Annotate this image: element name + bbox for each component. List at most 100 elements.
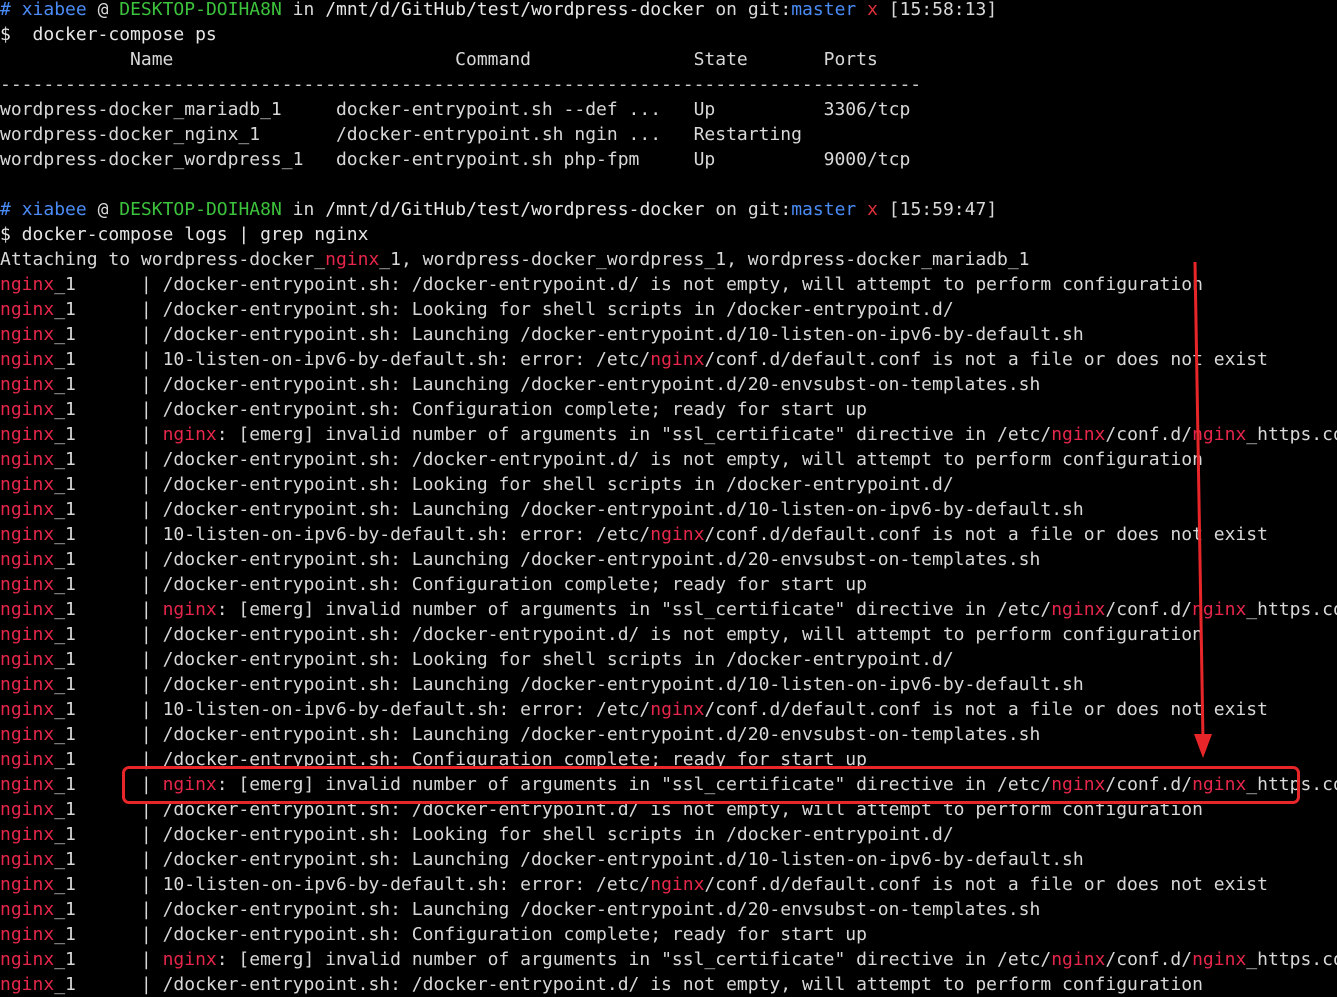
log-separator: _1 | — [54, 849, 163, 870]
log-separator: _1 | — [54, 824, 163, 845]
attaching-line: Attaching to wordpress-docker_nginx_1, w… — [0, 247, 1337, 272]
log-service-prefix: nginx — [0, 399, 55, 420]
log-line: nginx_1 | /docker-entrypoint.sh: Looking… — [0, 297, 1337, 322]
log-line: nginx_1 | /docker-entrypoint.sh: Launchi… — [0, 847, 1337, 872]
log-service-prefix: nginx — [0, 449, 55, 470]
prompt-time: [15:58:13] — [888, 0, 998, 20]
log-service-prefix: nginx — [0, 849, 55, 870]
log-message: /docker-entrypoint.sh: Launching /docker… — [162, 499, 1084, 520]
log-message: /docker-entrypoint.sh: Launching /docker… — [162, 549, 1041, 570]
grep-match: nginx — [162, 424, 217, 445]
log-separator: _1 | — [54, 299, 163, 320]
log-separator: _1 | — [54, 274, 163, 295]
grep-match: nginx — [162, 599, 217, 620]
prompt-branch: master — [791, 0, 857, 20]
log-service-prefix: nginx — [0, 649, 55, 670]
prompt-host: DESKTOP-DOIHA8N — [119, 199, 282, 220]
log-separator: _1 | — [54, 424, 163, 445]
log-line: nginx_1 | nginx: [emerg] invalid number … — [0, 422, 1337, 447]
prompt-host: DESKTOP-DOIHA8N — [119, 0, 282, 20]
log-separator: _1 | — [54, 549, 163, 570]
grep-match: nginx — [1051, 424, 1106, 445]
log-separator: _1 | — [54, 649, 163, 670]
log-service-prefix: nginx — [0, 899, 55, 920]
prompt-on: on — [715, 199, 738, 220]
attaching-after: _1, wordpress-docker_wordpress_1, wordpr… — [379, 249, 1030, 270]
log-message: /docker-entrypoint.sh: Configuration com… — [162, 924, 867, 945]
grep-match: nginx — [650, 524, 705, 545]
prompt-user: xiabee — [21, 0, 87, 20]
prompt-line: # xiabee @ DESKTOP-DOIHA8N in /mnt/d/Git… — [0, 197, 1337, 222]
grep-match: nginx — [650, 874, 705, 895]
log-line: nginx_1 | /docker-entrypoint.sh: Looking… — [0, 472, 1337, 497]
log-message: /docker-entrypoint.sh: Launching /docker… — [162, 324, 1084, 345]
prompt-git: git: — [747, 199, 792, 220]
log-separator: _1 | — [54, 474, 163, 495]
log-service-prefix: nginx — [0, 549, 55, 570]
prompt-dirty: x — [867, 199, 878, 220]
log-separator: _1 | — [54, 349, 163, 370]
log-separator: _1 | — [54, 874, 163, 895]
log-separator: _1 | — [54, 374, 163, 395]
log-line: nginx_1 | /docker-entrypoint.sh: /docker… — [0, 622, 1337, 647]
log-line: nginx_1 | /docker-entrypoint.sh: Launchi… — [0, 322, 1337, 347]
log-service-prefix: nginx — [0, 599, 55, 620]
log-service-prefix: nginx — [0, 299, 55, 320]
log-line: nginx_1 | /docker-entrypoint.sh: Configu… — [0, 922, 1337, 947]
log-line: nginx_1 | 10-listen-on-ipv6-by-default.s… — [0, 347, 1337, 372]
log-line: nginx_1 | /docker-entrypoint.sh: Launchi… — [0, 672, 1337, 697]
log-service-prefix: nginx — [0, 424, 55, 445]
log-line: nginx_1 | nginx: [emerg] invalid number … — [0, 597, 1337, 622]
log-service-prefix: nginx — [0, 624, 55, 645]
log-separator: _1 | — [54, 899, 163, 920]
command-line: $ docker-compose logs | grep nginx — [0, 224, 369, 245]
log-line: nginx_1 | /docker-entrypoint.sh: Launchi… — [0, 722, 1337, 747]
log-separator: _1 | — [54, 699, 163, 720]
log-separator: _1 | — [54, 949, 163, 970]
log-message: 10-listen-on-ipv6-by-default.sh: error: … — [162, 524, 1268, 545]
log-separator: _1 | — [54, 924, 163, 945]
prompt-path: /mnt/d/GitHub/test/wordpress-docker — [325, 199, 705, 220]
prompt-time: [15:59:47] — [888, 199, 998, 220]
prompt-path: /mnt/d/GitHub/test/wordpress-docker — [325, 0, 705, 20]
prompt-branch: master — [791, 199, 857, 220]
grep-match: nginx — [650, 699, 705, 720]
prompt-hash: # — [0, 0, 11, 20]
log-service-prefix: nginx — [0, 374, 55, 395]
grep-match: nginx — [325, 249, 380, 270]
grep-match: nginx — [650, 349, 705, 370]
prompt-at: @ — [97, 199, 109, 220]
log-line: nginx_1 | /docker-entrypoint.sh: Launchi… — [0, 897, 1337, 922]
table-row: wordpress-docker_nginx_1 /docker-entrypo… — [0, 124, 802, 145]
log-line: nginx_1 | /docker-entrypoint.sh: /docker… — [0, 447, 1337, 472]
log-separator: _1 | — [54, 449, 163, 470]
grep-match: nginx — [162, 949, 217, 970]
log-service-prefix: nginx — [0, 749, 55, 770]
attaching-before: Attaching to wordpress-docker_ — [0, 249, 326, 270]
log-service-prefix: nginx — [0, 799, 55, 820]
log-message: /docker-entrypoint.sh: /docker-entrypoin… — [162, 624, 1203, 645]
log-message: /docker-entrypoint.sh: Launching /docker… — [162, 374, 1041, 395]
terminal-output[interactable]: # xiabee @ DESKTOP-DOIHA8N in /mnt/d/Git… — [0, 0, 1337, 997]
log-separator: _1 | — [54, 324, 163, 345]
log-line: nginx_1 | 10-listen-on-ipv6-by-default.s… — [0, 522, 1337, 547]
log-service-prefix: nginx — [0, 524, 55, 545]
log-message: /docker-entrypoint.sh: Configuration com… — [162, 399, 867, 420]
log-message: /docker-entrypoint.sh: Looking for shell… — [162, 299, 954, 320]
log-line: nginx_1 | 10-listen-on-ipv6-by-default.s… — [0, 697, 1337, 722]
log-line: nginx_1 | /docker-entrypoint.sh: Launchi… — [0, 547, 1337, 572]
log-line: nginx_1 | /docker-entrypoint.sh: Configu… — [0, 397, 1337, 422]
log-message: nginx: [emerg] invalid number of argumen… — [162, 949, 1337, 970]
log-service-prefix: nginx — [0, 699, 55, 720]
log-message: /docker-entrypoint.sh: Launching /docker… — [162, 674, 1084, 695]
log-message: nginx: [emerg] invalid number of argumen… — [162, 424, 1337, 445]
log-line: nginx_1 | /docker-entrypoint.sh: /docker… — [0, 272, 1337, 297]
log-separator: _1 | — [54, 974, 163, 995]
log-separator: _1 | — [54, 674, 163, 695]
log-line: nginx_1 | nginx: [emerg] invalid number … — [0, 947, 1337, 972]
log-service-prefix: nginx — [0, 674, 55, 695]
log-line: nginx_1 | /docker-entrypoint.sh: /docker… — [0, 972, 1337, 997]
log-message: /docker-entrypoint.sh: Launching /docker… — [162, 724, 1041, 745]
log-message: /docker-entrypoint.sh: Looking for shell… — [162, 474, 954, 495]
